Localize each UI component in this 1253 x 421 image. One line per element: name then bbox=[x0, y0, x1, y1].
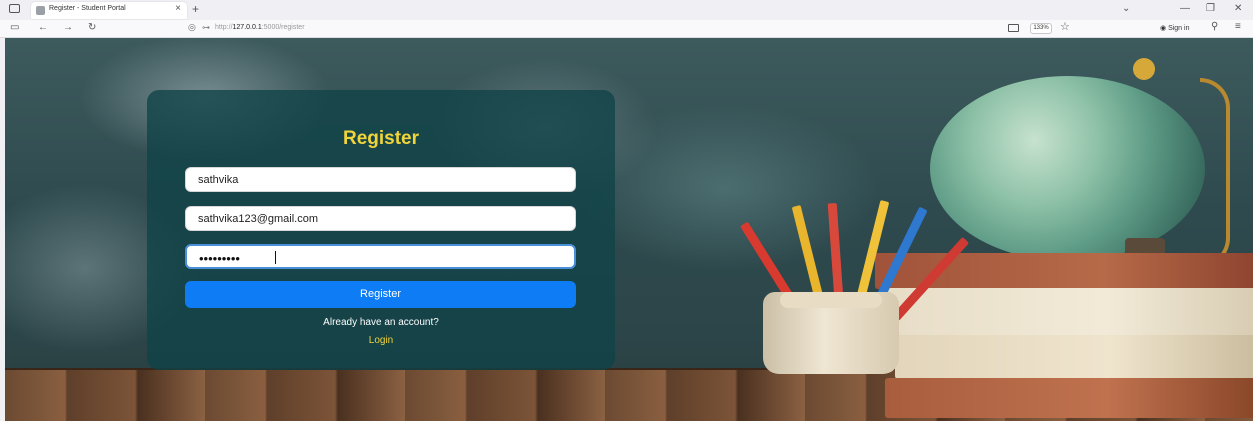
connection-info-icon[interactable]: ⊶ bbox=[202, 23, 210, 32]
tab-strip: Register - Student Portal × + ⌄ — ❐ ✕ bbox=[0, 0, 1253, 20]
zoom-level-badge[interactable]: 133% bbox=[1030, 23, 1052, 34]
sidebar-toggle-icon[interactable] bbox=[9, 4, 20, 13]
url-text[interactable]: http://127.0.0.1:5000/register bbox=[215, 24, 305, 31]
extensions-icon[interactable]: ⚲ bbox=[1211, 21, 1218, 32]
address-bar[interactable]: ◎ ⊶ http://127.0.0.1:5000/register bbox=[180, 22, 1080, 36]
back-icon[interactable]: ← bbox=[38, 22, 48, 33]
globe-meridian bbox=[1200, 78, 1230, 268]
forward-icon[interactable]: → bbox=[63, 22, 73, 33]
tab-list-icon[interactable]: ⌄ bbox=[1122, 3, 1130, 14]
login-prompt: Already have an account? bbox=[323, 317, 439, 328]
book-image bbox=[885, 378, 1253, 418]
pencil-cup-rim bbox=[780, 292, 882, 308]
tab-register[interactable]: Register - Student Portal × bbox=[31, 2, 187, 19]
new-tab-icon[interactable]: + bbox=[192, 2, 199, 16]
bookmark-star-icon[interactable]: ☆ bbox=[1060, 20, 1070, 33]
login-link[interactable]: Login bbox=[147, 335, 615, 346]
password-mask: ••••••••• bbox=[199, 251, 240, 266]
globe-cap bbox=[1133, 58, 1155, 80]
hamburger-menu-icon[interactable]: ≡ bbox=[1235, 21, 1241, 32]
page-title: Register bbox=[342, 128, 420, 149]
close-tab-icon[interactable]: × bbox=[175, 3, 181, 14]
register-card: Register ••••••••• Register Already have… bbox=[147, 90, 615, 370]
sign-in-button[interactable]: ◉ Sign in bbox=[1160, 24, 1189, 32]
email-input[interactable] bbox=[185, 206, 576, 231]
password-input[interactable]: ••••••••• bbox=[185, 244, 576, 269]
register-button[interactable]: Register bbox=[185, 281, 576, 308]
globe-image bbox=[930, 76, 1205, 261]
reader-view-icon[interactable] bbox=[1008, 24, 1019, 32]
restore-icon[interactable]: ❐ bbox=[1206, 3, 1215, 14]
close-window-icon[interactable]: ✕ bbox=[1234, 3, 1242, 14]
sidebar-icon[interactable]: ▭ bbox=[10, 22, 19, 33]
minimize-icon[interactable]: — bbox=[1180, 3, 1190, 14]
tab-title: Register - Student Portal bbox=[49, 5, 126, 12]
favicon-icon bbox=[36, 6, 45, 15]
reload-icon[interactable]: ↻ bbox=[88, 22, 96, 33]
book-image bbox=[885, 288, 1253, 336]
username-input[interactable] bbox=[185, 167, 576, 192]
tracking-shield-icon[interactable]: ◎ bbox=[188, 22, 196, 33]
book-image bbox=[895, 335, 1253, 379]
text-caret bbox=[275, 251, 276, 264]
